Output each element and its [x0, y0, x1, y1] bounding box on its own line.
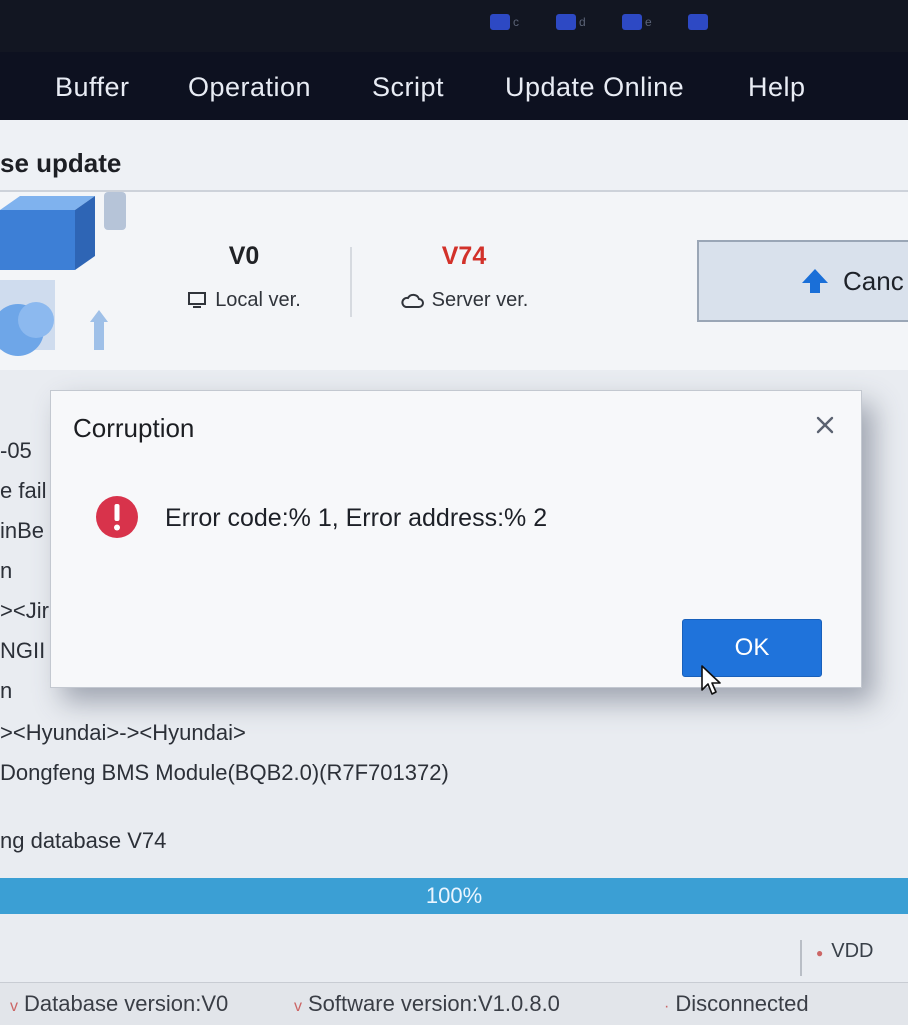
- mouse-cursor-icon: [701, 665, 721, 695]
- error-icon: [96, 496, 138, 538]
- list-item: n: [0, 678, 13, 703]
- list-item: ><Hyundai>-><Hyundai>: [0, 720, 246, 745]
- list-item: NGII: [0, 638, 46, 663]
- user-icon: [556, 14, 576, 30]
- close-icon[interactable]: [813, 413, 837, 437]
- cloud-icon: [401, 293, 424, 308]
- version-info-panel: V0 Local ver. V74 Server ver. Canc: [0, 192, 908, 370]
- menu-bar: Buffer Operation Script Update Online He…: [0, 52, 908, 120]
- tray-label: d: [579, 15, 586, 29]
- tray-item-edit[interactable]: e: [622, 14, 652, 30]
- tray-label: e: [645, 15, 652, 29]
- network-icon: [490, 14, 510, 30]
- software-version-text: Software version:V1.0.8.0: [308, 991, 560, 1016]
- local-version-value: V0: [228, 242, 260, 270]
- connection-status: · Disconnected: [664, 991, 809, 1017]
- bullet-icon: ●: [816, 946, 824, 960]
- list-item: n: [0, 558, 13, 583]
- server-version: V74 Server ver.: [354, 242, 574, 312]
- edit-icon: [622, 14, 642, 30]
- local-version: V0 Local ver.: [134, 242, 354, 312]
- vdd-indicator: ● VDD: [800, 940, 873, 976]
- list-item: Dongfeng BMS Module(BQB2.0)(R7F701372): [0, 760, 449, 785]
- database-version-text: Database version:V0: [24, 991, 229, 1016]
- software-version-status: v Software version:V1.0.8.0: [294, 991, 560, 1017]
- tray-item-network[interactable]: c: [490, 14, 519, 30]
- monitor-icon: [188, 291, 207, 308]
- upload-icon: [688, 14, 708, 30]
- list-item: inBe: [0, 518, 45, 543]
- list-item: -05: [0, 438, 32, 463]
- error-message: Error code:% 1, Error address:% 2: [165, 504, 548, 532]
- cancel-button-label: Canc: [843, 265, 904, 296]
- menu-item-script[interactable]: Script: [372, 72, 444, 103]
- tray-item-upload[interactable]: [688, 14, 708, 30]
- system-tray-bar: c d e: [0, 0, 908, 52]
- server-version-value: V74: [441, 242, 487, 270]
- ok-button-label: OK: [734, 634, 770, 661]
- progress-bar: 100%: [0, 878, 908, 914]
- list-item: ><Jir: [0, 598, 49, 623]
- menu-item-operation[interactable]: Operation: [188, 72, 311, 103]
- local-version-label: Local ver.: [215, 289, 301, 311]
- dialog-title: Corruption: [73, 413, 195, 443]
- connection-status-text: Disconnected: [675, 991, 809, 1016]
- page-title: se update: [0, 148, 122, 178]
- tray-label: c: [513, 15, 519, 29]
- version-divider: [350, 247, 352, 317]
- status-dot-icon: ·: [664, 998, 670, 1015]
- vdd-label: VDD: [831, 940, 874, 962]
- status-bar: v Database version:V0 v Software version:V…: [0, 982, 908, 1025]
- chevron-down-icon: v: [10, 998, 18, 1015]
- cancel-button[interactable]: Canc: [697, 240, 908, 322]
- list-item: ng database V74: [0, 828, 167, 853]
- database-illustration-icon: [0, 192, 126, 356]
- list-item: e fail: [0, 478, 47, 503]
- progress-text: 100%: [425, 883, 483, 908]
- chevron-down-icon: v: [294, 998, 302, 1015]
- menu-item-buffer[interactable]: Buffer: [55, 72, 130, 103]
- menu-item-help[interactable]: Help: [748, 72, 806, 103]
- server-version-label: Server ver.: [431, 289, 529, 311]
- tray-item-user[interactable]: d: [556, 14, 586, 30]
- menu-item-update-online[interactable]: Update Online: [505, 72, 684, 103]
- window-header: se update: [0, 120, 908, 192]
- error-dialog: Corruption Error code:% 1, Error address…: [50, 390, 862, 688]
- database-version-status: v Database version:V0: [10, 991, 228, 1017]
- arrow-up-icon: [802, 269, 828, 293]
